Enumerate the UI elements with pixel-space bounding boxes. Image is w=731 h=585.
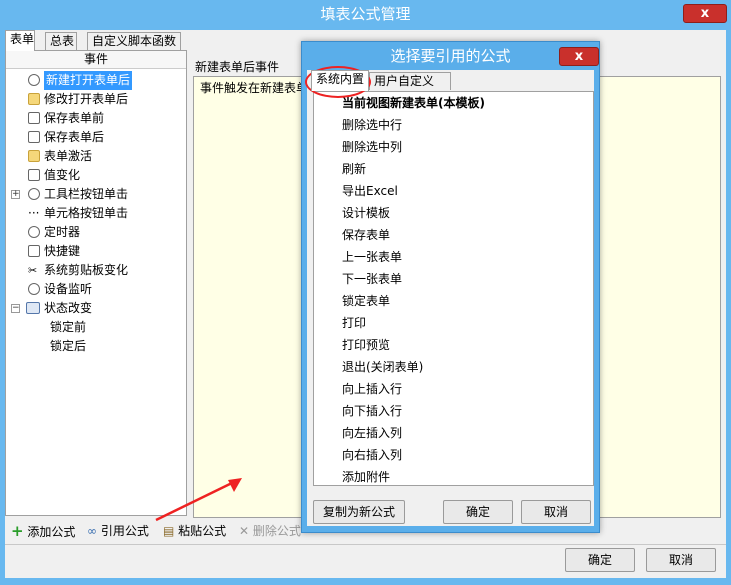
list-item[interactable]: 打印 bbox=[342, 312, 366, 334]
list-item[interactable]: 上一张表单 bbox=[342, 246, 402, 268]
tab-form[interactable]: 表单 bbox=[5, 30, 35, 51]
dots-icon: ··· bbox=[28, 206, 40, 220]
expand-icon[interactable]: + bbox=[11, 190, 20, 199]
list-item[interactable]: 添加附件 bbox=[342, 466, 390, 485]
ok-button[interactable]: 确定 bbox=[565, 548, 635, 572]
tab-system-builtin[interactable]: 系统内置 bbox=[311, 70, 369, 91]
reference-formula-dialog: 选择要引用的公式 x 系统内置 用户自定义 当前视图新建表单(本模板) 删除选中… bbox=[301, 41, 600, 533]
window-title: 填表公式管理 bbox=[320, 5, 411, 23]
list-item[interactable]: 下一张表单 bbox=[342, 268, 402, 290]
shortcut-icon bbox=[28, 245, 40, 257]
state-icon bbox=[26, 302, 40, 314]
list-item[interactable]: 退出(关闭表单) bbox=[342, 356, 423, 378]
edit-document-icon bbox=[28, 169, 40, 181]
list-item[interactable]: 删除选中行 bbox=[342, 114, 402, 136]
dialog-client: 系统内置 用户自定义 当前视图新建表单(本模板) 删除选中行 删除选中列 刷新 … bbox=[307, 70, 594, 526]
dialog-cancel-button[interactable]: 取消 bbox=[521, 500, 591, 524]
footer-separator bbox=[5, 544, 726, 545]
formula-list: 当前视图新建表单(本模板) 删除选中行 删除选中列 刷新 导出Excel 设计模… bbox=[313, 91, 594, 486]
list-item[interactable]: 向上插入行 bbox=[342, 378, 402, 400]
folder-open-icon bbox=[28, 93, 40, 105]
collapse-icon[interactable]: − bbox=[11, 304, 20, 313]
event-title: 新建表单后事件 bbox=[195, 60, 280, 74]
scissors-icon: ✂ bbox=[28, 264, 38, 277]
list-item[interactable]: 向左插入列 bbox=[342, 422, 402, 444]
window-close-button[interactable]: x bbox=[683, 4, 727, 23]
tree-header: 事件 bbox=[6, 51, 186, 69]
plus-icon: + bbox=[11, 522, 24, 540]
device-icon bbox=[28, 283, 40, 295]
dialog-close-button[interactable]: x bbox=[559, 47, 599, 66]
cancel-button[interactable]: 取消 bbox=[646, 548, 716, 572]
event-description: 事件触发在新建表单 bbox=[200, 81, 309, 95]
reference-formula-button[interactable]: ∞ 引用公式 bbox=[87, 520, 149, 542]
list-item[interactable]: 删除选中列 bbox=[342, 136, 402, 158]
list-item[interactable]: 当前视图新建表单(本模板) bbox=[342, 92, 485, 114]
list-item[interactable]: 向下插入行 bbox=[342, 400, 402, 422]
list-item[interactable]: 设计模板 bbox=[342, 202, 390, 224]
save-icon bbox=[28, 131, 40, 143]
tab-summary[interactable]: 总表 bbox=[45, 32, 77, 50]
dialog-ok-button[interactable]: 确定 bbox=[443, 500, 513, 524]
list-item[interactable]: 向右插入列 bbox=[342, 444, 402, 466]
tools-icon bbox=[28, 188, 40, 200]
user-add-icon bbox=[28, 74, 40, 86]
link-icon: ∞ bbox=[87, 524, 97, 538]
list-item[interactable]: 刷新 bbox=[342, 158, 366, 180]
folder-icon bbox=[28, 150, 40, 162]
tab-custom-script[interactable]: 自定义脚本函数 bbox=[87, 32, 181, 50]
tab-user-defined[interactable]: 用户自定义 bbox=[369, 72, 451, 90]
add-formula-button[interactable]: + 添加公式 bbox=[11, 520, 75, 542]
annotation-arrow bbox=[155, 478, 242, 522]
list-item[interactable]: 保存表单 bbox=[342, 224, 390, 246]
list-item[interactable]: 锁定表单 bbox=[342, 290, 390, 312]
event-tree: 事件 新建打开表单后 修改打开表单后 保存表单前 保存表单后 表单激活 值变化 … bbox=[5, 50, 187, 516]
timer-icon bbox=[28, 226, 40, 238]
copy-as-new-formula-button[interactable]: 复制为新公式 bbox=[313, 500, 405, 524]
list-item[interactable]: 导出Excel bbox=[342, 180, 398, 202]
save-icon bbox=[28, 112, 40, 124]
list-item[interactable]: 打印预览 bbox=[342, 334, 390, 356]
